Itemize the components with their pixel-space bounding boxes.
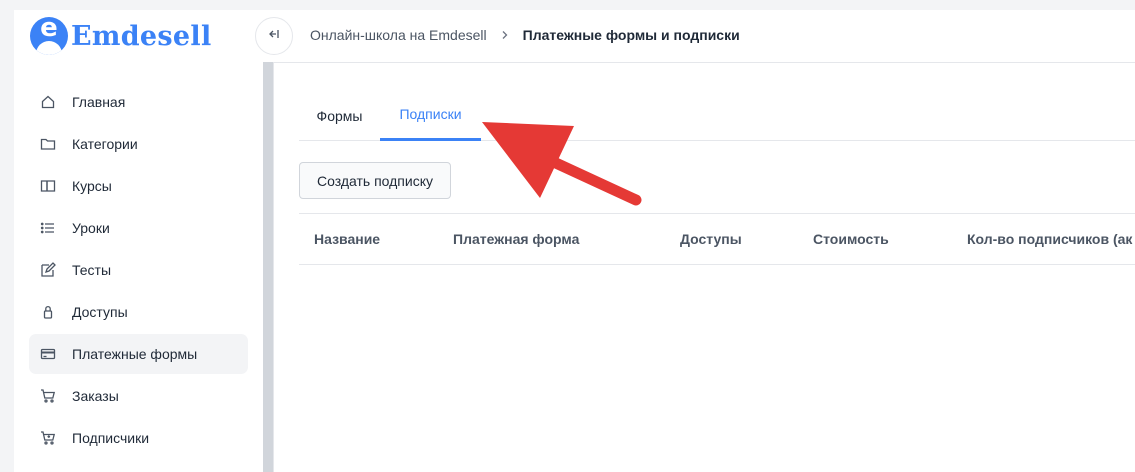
- sidebar-item-home[interactable]: Главная: [29, 82, 248, 122]
- sidebar-item-orders[interactable]: Заказы: [29, 376, 248, 416]
- home-icon: [40, 94, 56, 110]
- list-icon: [40, 220, 56, 236]
- logo-letter: e: [40, 17, 58, 43]
- cart-icon: [40, 388, 56, 404]
- column-header-payment-form[interactable]: Платежная форма: [453, 214, 579, 264]
- column-header-access[interactable]: Доступы: [680, 214, 742, 264]
- breadcrumb-current: Платежные формы и подписки: [522, 27, 740, 43]
- header-divider: [274, 62, 1135, 63]
- sidebar-item-label: Курсы: [72, 178, 112, 194]
- window-top-strip: [0, 0, 1135, 10]
- sidebar-item-label: Категории: [72, 136, 138, 152]
- sidebar-item-subscribers[interactable]: Подписчики: [29, 418, 248, 458]
- sidebar-item-lessons[interactable]: Уроки: [29, 208, 248, 248]
- sidebar-scrollbar[interactable]: [263, 62, 273, 472]
- column-header-price[interactable]: Стоимость: [813, 214, 889, 264]
- tab-bar: Формы Подписки: [299, 90, 1135, 141]
- sidebar-item-label: Платежные формы: [72, 346, 198, 362]
- column-header-subscribers-count[interactable]: Кол-во подписчиков (ак: [967, 214, 1132, 264]
- sidebar-item-label: Уроки: [72, 220, 110, 236]
- book-icon: [40, 178, 56, 194]
- table-header: Название Платежная форма Доступы Стоимос…: [299, 213, 1135, 265]
- sidebar-item-label: Тесты: [72, 262, 112, 278]
- sidebar-item-courses[interactable]: Курсы: [29, 166, 248, 206]
- folder-icon: [40, 136, 56, 152]
- tab-forms[interactable]: Формы: [299, 90, 380, 141]
- sidebar-divider: [273, 62, 274, 472]
- lock-icon: [40, 304, 56, 320]
- sidebar-item-categories[interactable]: Категории: [29, 124, 248, 164]
- chevron-right-icon: [500, 30, 510, 40]
- sidebar-item-access[interactable]: Доступы: [29, 292, 248, 332]
- cart-plus-icon: [40, 430, 56, 446]
- logo-badge-icon: e: [30, 17, 68, 55]
- sidebar-item-label: Главная: [72, 94, 126, 110]
- collapse-sidebar-button[interactable]: [255, 17, 293, 55]
- sidebar-item-tests[interactable]: Тесты: [29, 250, 248, 290]
- sidebar-nav: Главная Категории Курсы Уроки Тесты Дост…: [29, 82, 248, 460]
- red-arrow-annotation: [482, 122, 642, 206]
- breadcrumb: Онлайн-школа на Emdesell Платежные формы…: [310, 27, 740, 43]
- credit-card-icon: [40, 346, 56, 362]
- sidebar-item-label: Заказы: [72, 388, 119, 404]
- sidebar-item-payment-forms[interactable]: Платежные формы: [29, 334, 248, 374]
- collapse-sidebar-icon: [267, 27, 281, 46]
- tab-subscriptions[interactable]: Подписки: [380, 90, 481, 141]
- window-left-strip: [0, 0, 14, 472]
- brand-logo[interactable]: e Emdesell: [30, 16, 212, 56]
- breadcrumb-parent-link[interactable]: Онлайн-школа на Emdesell: [310, 27, 487, 43]
- edit-icon: [40, 262, 56, 278]
- create-subscription-button[interactable]: Создать подписку: [299, 162, 451, 199]
- sidebar-item-label: Подписчики: [72, 430, 150, 446]
- column-header-name[interactable]: Название: [314, 214, 380, 264]
- brand-name: Emdesell: [71, 20, 212, 52]
- sidebar-item-label: Доступы: [72, 304, 128, 320]
